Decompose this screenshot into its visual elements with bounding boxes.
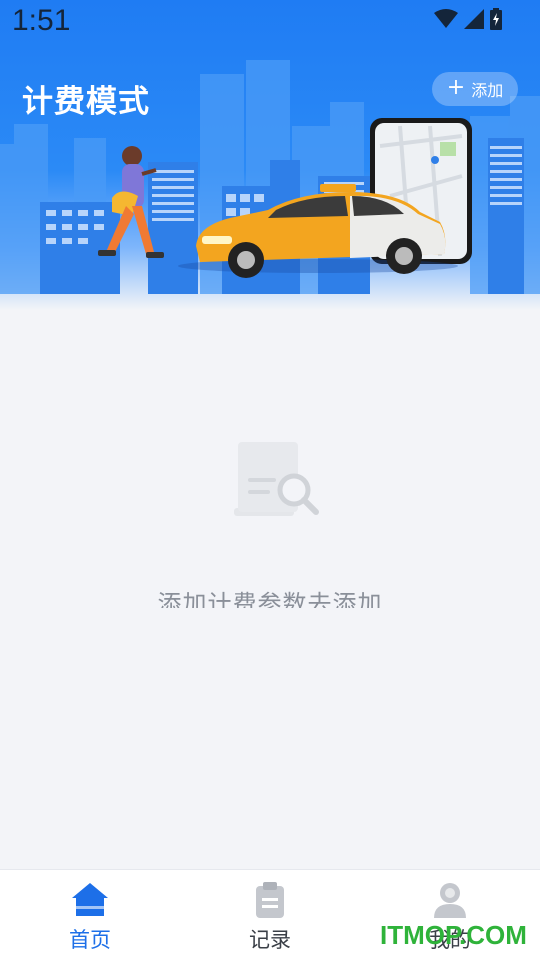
watermark: ITMOP.COM [380,920,527,950]
plus-icon: + [446,75,466,100]
clipboard-icon [256,882,284,918]
user-icon [434,883,466,918]
status-icons [434,8,502,30]
tab-home[interactable]: 首页 [0,870,180,960]
header-banner: 1:51 计费模式 + 添加 [0,0,540,310]
page-title: 计费模式 [22,84,150,120]
tab-records-label: 记录 [249,928,291,952]
battery-icon [490,8,502,30]
status-bar: 1:51 [0,0,540,44]
home-icon [72,883,108,916]
empty-state-message: 添加计费参数去添加 [157,590,383,608]
tab-home-label: 首页 [69,928,111,952]
wifi-icon [434,9,458,28]
status-time: 1:51 [12,4,71,37]
signal-icon [464,9,484,29]
add-button[interactable]: + 添加 [432,72,518,106]
tab-records[interactable]: 记录 [180,870,360,960]
empty-document-search-icon [234,442,319,516]
add-button-label: 添加 [471,81,504,100]
